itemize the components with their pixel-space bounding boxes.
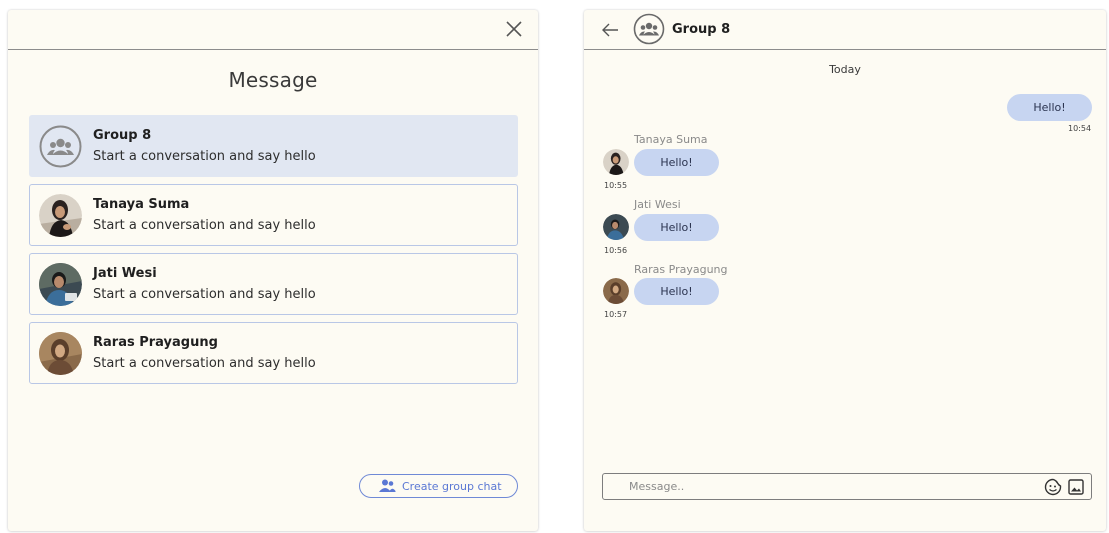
message-time: 10:56	[604, 246, 628, 255]
back-arrow-icon[interactable]	[600, 20, 620, 40]
avatar	[603, 149, 629, 175]
avatar	[603, 214, 629, 240]
chat-title: Group 8	[672, 22, 731, 37]
message-sender: Jati Wesi	[634, 198, 681, 211]
group-avatar-icon	[39, 125, 82, 168]
emoji-icon[interactable]	[1044, 478, 1062, 496]
conversation-preview: Start a conversation and say hello	[93, 149, 316, 164]
chat-header: Group 8	[584, 10, 1106, 50]
message-time: 10:57	[604, 310, 628, 319]
conversation-item-jati-wesi[interactable]: Jati Wesi Start a conversation and say h…	[29, 253, 518, 315]
group-icon	[633, 13, 665, 45]
avatar	[603, 278, 629, 304]
incoming-message-bubble: Hello!	[634, 214, 719, 241]
group-add-icon	[379, 479, 396, 492]
outgoing-message-bubble: Hello!	[1007, 94, 1092, 121]
conversation-preview: Start a conversation and say hello	[93, 356, 316, 371]
close-icon[interactable]	[504, 19, 524, 39]
conversation-name: Tanaya Suma	[93, 197, 190, 212]
avatar	[39, 332, 82, 375]
page-title: Message	[228, 68, 318, 92]
message-list-panel: Message Group 8 Start a conversation and…	[8, 10, 538, 531]
conversation-item-raras-prayagung[interactable]: Raras Prayagung Start a conversation and…	[29, 322, 518, 384]
create-group-chat-button[interactable]: Create group chat	[359, 474, 518, 498]
message-sender: Tanaya Suma	[634, 133, 708, 146]
image-icon[interactable]	[1067, 478, 1085, 496]
incoming-message-bubble: Hello!	[634, 149, 719, 176]
message-input[interactable]	[611, 476, 1011, 497]
message-list-header	[8, 10, 538, 50]
conversation-preview: Start a conversation and say hello	[93, 218, 316, 233]
day-separator: Today	[829, 63, 861, 76]
message-sender: Raras Prayagung	[634, 263, 728, 276]
conversation-preview: Start a conversation and say hello	[93, 287, 316, 302]
incoming-message-bubble: Hello!	[634, 278, 719, 305]
conversation-list: Group 8 Start a conversation and say hel…	[29, 115, 518, 391]
chat-panel: Group 8 Today Hello! 10:54 Tanaya Suma H…	[584, 10, 1106, 531]
message-composer	[602, 473, 1092, 500]
conversation-name: Raras Prayagung	[93, 335, 218, 350]
conversation-item-tanaya-suma[interactable]: Tanaya Suma Start a conversation and say…	[29, 184, 518, 246]
message-time: 10:55	[604, 181, 628, 190]
conversation-name: Jati Wesi	[93, 266, 157, 281]
avatar	[39, 194, 82, 237]
avatar	[39, 263, 82, 306]
conversation-item-group-8[interactable]: Group 8 Start a conversation and say hel…	[29, 115, 518, 177]
create-group-chat-label: Create group chat	[402, 480, 502, 493]
message-time: 10:54	[1068, 124, 1092, 133]
conversation-name: Group 8	[93, 128, 152, 143]
